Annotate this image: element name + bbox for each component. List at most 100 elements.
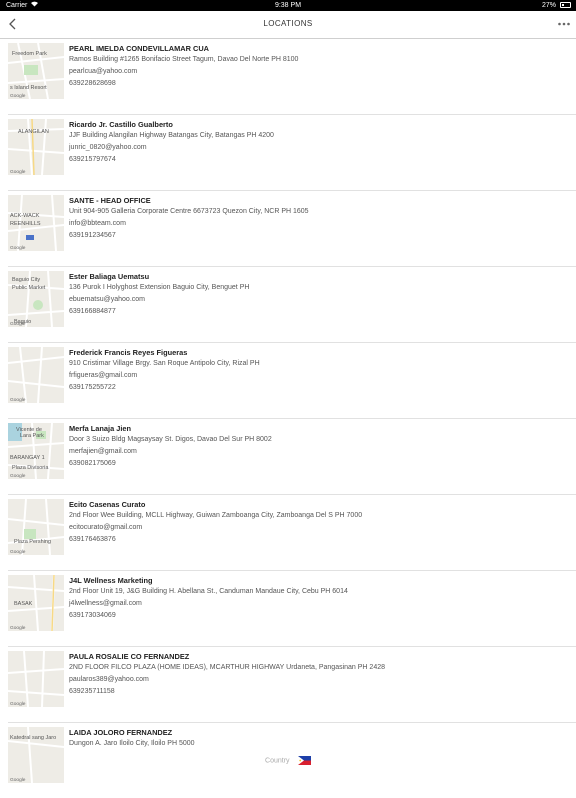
location-phone: 639228628698 (69, 80, 116, 87)
location-info: PAULA ROSALIE CO FERNANDEZ 2ND FLOOR FILC… (69, 652, 566, 698)
location-name: Frederick Francis Reyes Figueras (69, 348, 188, 357)
location-email: info@bbteam.com (69, 220, 126, 227)
location-address: Ramos Building #1265 Bonifacio Street Ta… (69, 56, 299, 63)
location-info: Frederick Francis Reyes Figueras 910 Cris… (69, 348, 566, 394)
google-attribution: Google (10, 93, 26, 99)
google-attribution: Google (10, 473, 26, 479)
map-label: ALANGILAN (18, 129, 49, 135)
location-name: Ecito Casenas Curato (69, 500, 146, 509)
location-info: PEARL IMELDA CONDEVILLAMAR CUA Ramos Buil… (69, 44, 566, 90)
location-phone: 639215797674 (69, 156, 116, 163)
location-email: j4lwellness@gmail.com (69, 600, 142, 607)
location-item[interactable]: ACK-WACK REENHILLS Google SANTE - HEAD OFFI… (8, 191, 576, 267)
location-address: 136 Purok I Holyghost Extension Baguio C… (69, 284, 250, 291)
location-phone: 639082175069 (69, 460, 116, 467)
map-thumbnail: Google (8, 651, 64, 707)
navigation-bar: LOCATIONS (0, 11, 576, 39)
country-label: Country (265, 757, 290, 765)
location-info: Ecito Casenas Curato 2nd Floor Wee Buildi… (69, 500, 566, 546)
map-label: Plaza Divisoria (12, 465, 49, 471)
location-info: J4L Wellness Marketing 2nd Floor Unit 19,… (69, 576, 566, 622)
location-address: Door 3 Suizo Bldg Magsaysay St. Digos, D… (69, 436, 272, 443)
location-address: Unit 904-905 Galleria Corporate Centre 6… (69, 208, 309, 215)
google-attribution: Google (10, 625, 26, 631)
google-attribution: Google (10, 245, 26, 251)
page-title: LOCATIONS (263, 19, 313, 28)
location-phone: 639191234567 (69, 232, 116, 239)
map-label: BASAK (14, 601, 33, 607)
location-address: 2nd Floor Unit 19, J&G Building H. Abell… (69, 588, 348, 595)
map-label: s Island Resort (10, 85, 47, 91)
location-email: frfigueras@gmail.com (69, 372, 138, 379)
location-item[interactable]: Google Frederick Francis Reyes Figueras 91… (8, 343, 576, 419)
clock: 9:38 PM (274, 2, 302, 9)
location-phone: 639235711158 (69, 688, 115, 695)
location-info: Ricardo Jr. Castillo Gualberto JJF Buildi… (69, 120, 566, 166)
location-address: Dungon A. Jaro Iloilo City, Iloilo PH 50… (69, 740, 195, 747)
status-bar: Carrier 9:38 PM 27% (0, 0, 576, 11)
map-label: Lara Park (20, 433, 44, 439)
google-attribution: Google (10, 777, 26, 783)
map-label: REENHILLS (10, 221, 41, 227)
country-selector[interactable]: Country (0, 752, 576, 766)
location-item[interactable]: Plaza Pershing Google Ecito Casenas Curato… (8, 495, 576, 571)
location-name: SANTE - HEAD OFFICE (69, 196, 151, 205)
location-name: Ester Baliaga Uematsu (69, 272, 150, 281)
location-item[interactable]: Vicente de Lara Park BARANGAY 1 Plaza Divis… (8, 419, 576, 495)
map-thumbnail: ALANGILAN Google (8, 119, 64, 175)
location-address: 2nd Floor Wee Building, MCLL Highway, Gu… (69, 512, 363, 519)
map-label: Plaza Pershing (14, 539, 51, 545)
ellipsis-icon (558, 22, 570, 26)
location-info: SANTE - HEAD OFFICE Unit 904-905 Galleria… (69, 196, 566, 242)
location-address: JJF Building Alangilan Highway Batangas … (69, 132, 274, 139)
location-info: Ester Baliaga Uematsu 136 Purok I Holygho… (69, 272, 566, 318)
location-info: Merfa Lanaja Jien Door 3 Suizo Bldg Magsa… (69, 424, 566, 470)
location-phone: 639166884877 (69, 308, 116, 315)
location-name: LAIDA JOLORO FERNANDEZ (69, 728, 173, 737)
battery-icon (560, 2, 571, 8)
map-thumbnail: Google (8, 347, 64, 403)
location-phone: 639176463876 (69, 536, 116, 543)
location-item[interactable]: ALANGILAN Google Ricardo Jr. Castillo Gual… (8, 115, 576, 191)
locations-list: Freedom Park s Island Resort Google PEARL I… (0, 39, 576, 798)
map-thumbnail: ACK-WACK REENHILLS Google (8, 195, 64, 251)
map-thumbnail: Baguio City Public Market Baguio Google (8, 271, 64, 327)
map-thumbnail: BASAK Google (8, 575, 64, 631)
location-email: paularos389@yahoo.com (69, 676, 149, 683)
more-options-button[interactable] (557, 17, 571, 31)
map-thumbnail: Plaza Pershing Google (8, 499, 64, 555)
location-name: Ricardo Jr. Castillo Gualberto (69, 120, 173, 129)
location-name: J4L Wellness Marketing (69, 576, 153, 585)
map-thumbnail: Freedom Park s Island Resort Google (8, 43, 64, 99)
location-name: PAULA ROSALIE CO FERNANDEZ (69, 652, 190, 661)
location-email: ebuematsu@yahoo.com (69, 296, 145, 303)
location-item[interactable]: Baguio City Public Market Baguio Google Este… (8, 267, 576, 343)
battery-percent: 27% (541, 2, 556, 9)
map-label: Public Market (12, 285, 46, 291)
map-label: ACK-WACK (10, 213, 40, 219)
location-email: merfajien@gmail.com (69, 448, 137, 455)
location-name: Merfa Lanaja Jien (69, 424, 132, 433)
location-email: pearlcua@yahoo.com (69, 68, 138, 75)
location-item[interactable]: Google PAULA ROSALIE CO FERNANDEZ 2ND FLOO… (8, 647, 576, 723)
map-label: Katedral sang Jaro (10, 735, 56, 741)
location-name: PEARL IMELDA CONDEVILLAMAR CUA (69, 44, 210, 53)
location-email: ecitocurato@gmail.com (69, 524, 143, 531)
google-attribution: Google (10, 397, 26, 403)
location-item[interactable]: BASAK Google J4L Wellness Marketing 2nd Flo… (8, 571, 576, 647)
google-attribution: Google (10, 169, 26, 175)
philippines-flag-icon (297, 752, 311, 770)
google-attribution: Google (10, 701, 26, 707)
google-attribution: Google (10, 549, 26, 555)
location-email: junric_0820@yahoo.com (69, 144, 147, 151)
map-thumbnail: Vicente de Lara Park BARANGAY 1 Plaza Divis… (8, 423, 64, 479)
location-address: 910 Cristimar Village Brgy. San Roque An… (69, 360, 260, 367)
location-address: 2ND FLOOR FILCO PLAZA (HOME IDEAS), MCAR… (69, 664, 386, 671)
map-label: BARANGAY 1 (10, 455, 45, 461)
map-label: Freedom Park (12, 51, 47, 57)
location-item[interactable]: Freedom Park s Island Resort Google PEARL I… (8, 39, 576, 115)
location-phone: 639175255722 (69, 384, 116, 391)
location-phone: 639173034069 (69, 612, 116, 619)
map-label: Baguio City (12, 277, 40, 283)
location-info: LAIDA JOLORO FERNANDEZ Dungon A. Jaro Ilo… (69, 728, 566, 750)
